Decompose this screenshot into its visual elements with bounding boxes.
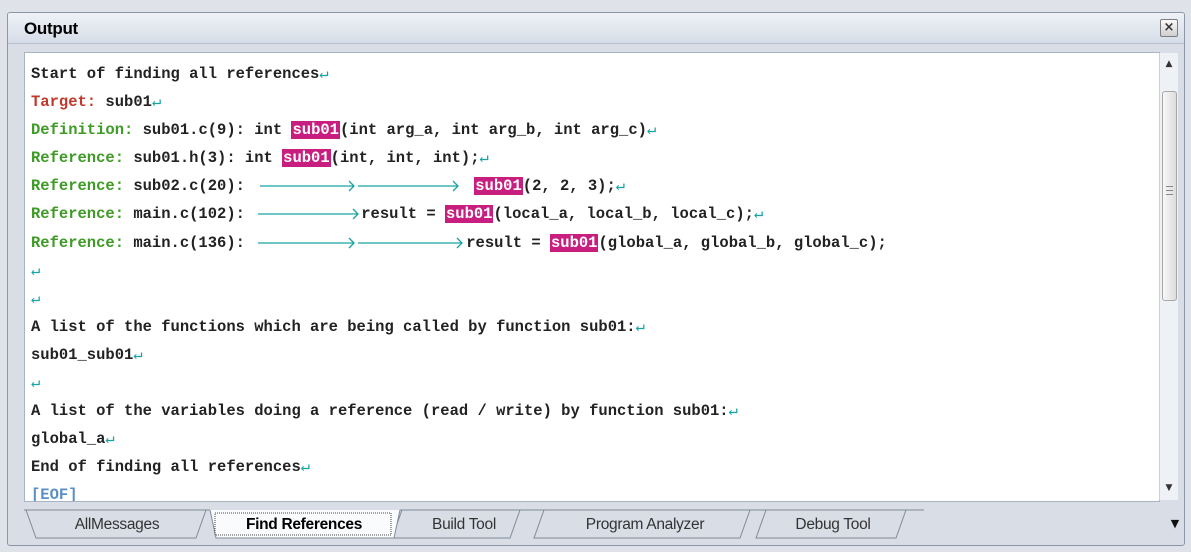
output-line: Start of finding all references↵ bbox=[31, 65, 329, 83]
output-line: ↵ bbox=[31, 257, 887, 285]
carriage-return-icon: ↵ bbox=[635, 317, 645, 336]
output-line: sub01_sub01↵ bbox=[31, 345, 143, 364]
output-text-area[interactable]: Start of finding all references↵ Target:… bbox=[24, 52, 1160, 502]
carriage-return-icon: ↵ bbox=[728, 402, 738, 421]
carriage-return-icon: ↵ bbox=[479, 149, 489, 168]
carriage-return-icon: ↵ bbox=[300, 458, 311, 477]
carriage-return-icon: ↵ bbox=[615, 177, 626, 196]
output-line: Reference: sub01.h(3): int sub01(int, in… bbox=[31, 149, 489, 168]
output-line: A list of the functions which are being … bbox=[31, 317, 645, 336]
output-line: Reference: main.c(102): result = sub01(l… bbox=[31, 200, 887, 228]
tab-arrow-icon bbox=[258, 209, 360, 220]
carriage-return-icon: ↵ bbox=[319, 65, 329, 83]
match-highlight: sub01 bbox=[444, 205, 494, 224]
carriage-return-icon: ↵ bbox=[105, 430, 115, 449]
close-icon[interactable]: × bbox=[1160, 19, 1178, 37]
tab-find-references[interactable]: Find References bbox=[216, 511, 392, 539]
grip-icon bbox=[1166, 186, 1173, 195]
tab-arrow-icon bbox=[260, 180, 460, 192]
tab-arrow-icon bbox=[258, 237, 464, 249]
carriage-return-icon: ↵ bbox=[31, 374, 41, 393]
carriage-return-icon: ↵ bbox=[646, 121, 657, 140]
tab-build-tool[interactable]: Build Tool bbox=[408, 511, 520, 539]
eof-marker: [EOF] bbox=[31, 486, 78, 502]
carriage-return-icon: ↵ bbox=[753, 205, 764, 224]
match-highlight: sub01 bbox=[291, 121, 340, 140]
output-panel: Output × Start of finding all references… bbox=[7, 12, 1185, 546]
tab-all-messages[interactable]: AllMessages bbox=[40, 511, 194, 539]
carriage-return-icon: ↵ bbox=[31, 261, 41, 280]
output-line: Target: sub01↵ bbox=[31, 93, 162, 112]
carriage-return-icon: ↵ bbox=[151, 93, 162, 112]
scrollbar-thumb[interactable] bbox=[1162, 91, 1177, 301]
tab-list-dropdown-icon[interactable]: ▼ bbox=[1168, 517, 1182, 531]
vertical-scrollbar[interactable]: ▲ ▼ bbox=[1159, 53, 1178, 500]
output-line: ↵ bbox=[31, 369, 887, 397]
output-line: ↵ bbox=[31, 285, 887, 313]
match-highlight: sub01 bbox=[282, 149, 331, 168]
match-highlight: sub01 bbox=[474, 177, 523, 196]
output-line: Definition: sub01.c(9): int sub01(int ar… bbox=[31, 121, 657, 140]
output-line: End of finding all references↵ bbox=[31, 458, 311, 477]
output-line: Reference: sub02.c(20): sub01(2, 2, 3);↵ bbox=[31, 172, 887, 200]
tab-program-analyzer[interactable]: Program Analyzer bbox=[550, 511, 740, 539]
tab-debug-tool[interactable]: Debug Tool bbox=[770, 511, 896, 539]
scroll-down-arrow-icon[interactable]: ▼ bbox=[1160, 479, 1178, 497]
title-bar: Output × bbox=[8, 13, 1184, 44]
tab-strip: AllMessages Find References Build Tool P… bbox=[24, 509, 1184, 543]
panel-title: Output bbox=[24, 19, 78, 38]
carriage-return-icon: ↵ bbox=[133, 345, 143, 364]
scroll-up-arrow-icon[interactable]: ▲ bbox=[1160, 55, 1178, 73]
match-highlight: sub01 bbox=[549, 233, 599, 252]
carriage-return-icon: ↵ bbox=[31, 289, 41, 308]
output-line: A list of the variables doing a referenc… bbox=[31, 402, 738, 421]
output-line: Reference: main.c(136): result = sub01(g… bbox=[31, 229, 887, 257]
output-line: [EOF] bbox=[31, 481, 887, 502]
output-line: global_a↵ bbox=[31, 430, 115, 449]
